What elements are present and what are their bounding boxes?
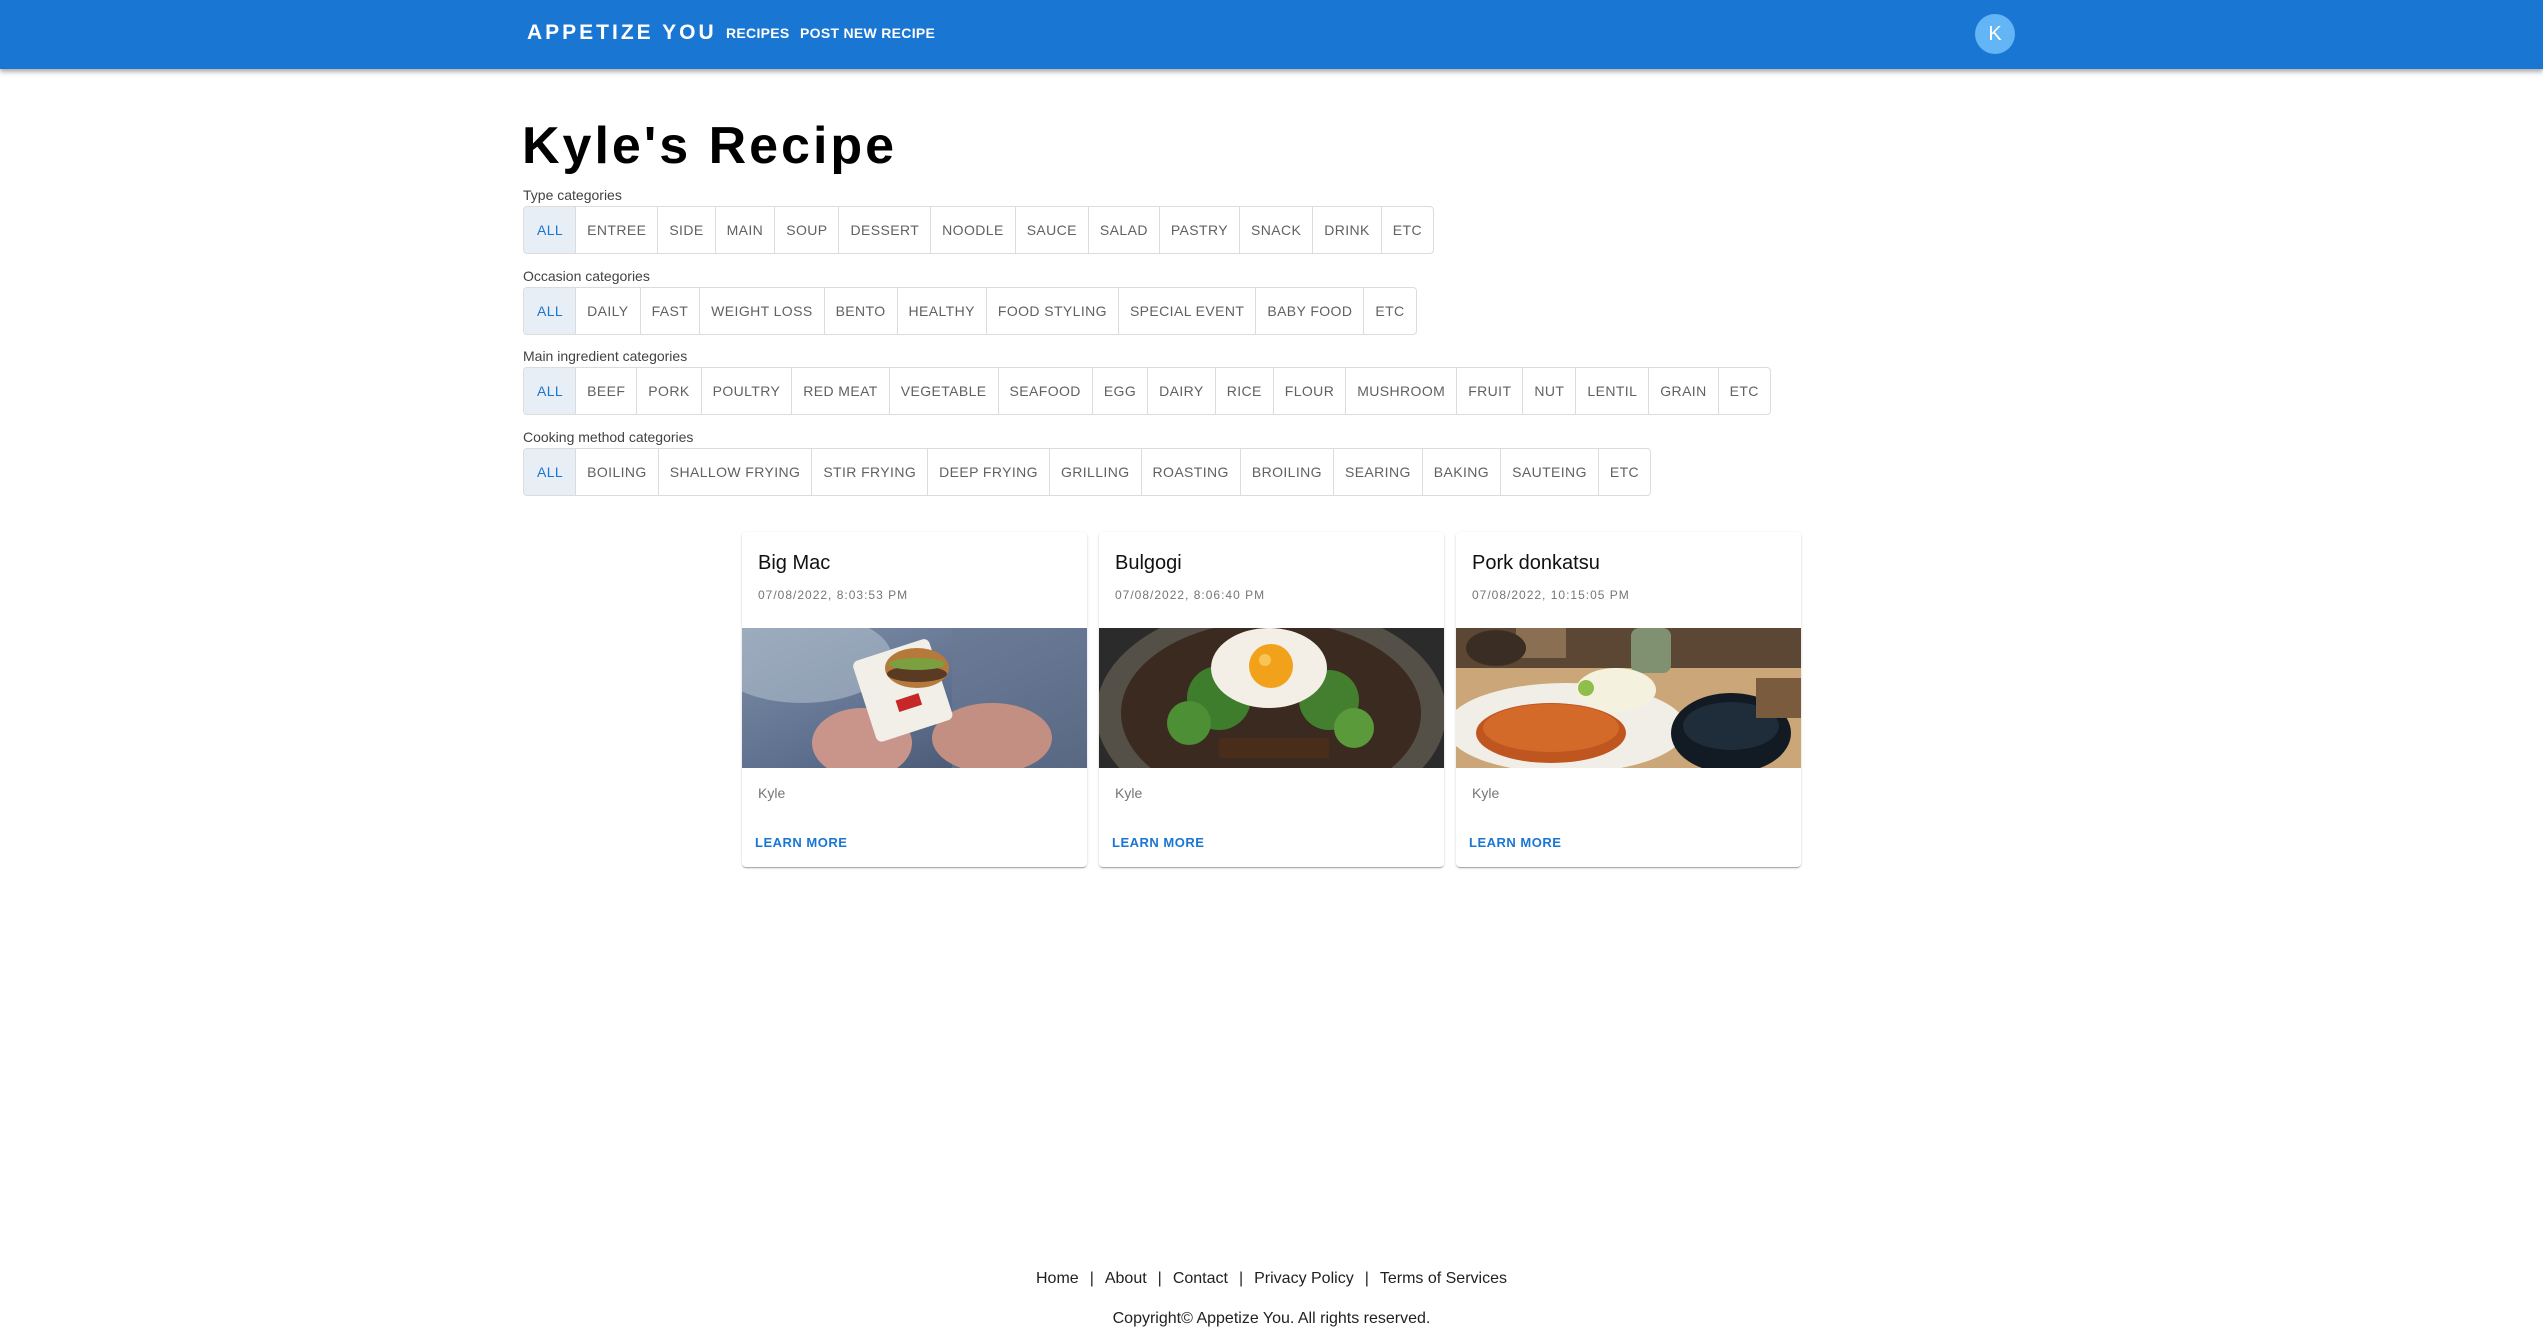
nav-recipes-link[interactable]: RECIPES — [726, 25, 790, 41]
category-filter-all[interactable]: ALL — [524, 288, 577, 334]
footer-link-privacy-policy[interactable]: Privacy Policy — [1254, 1270, 1354, 1287]
category-filter-red-meat[interactable]: RED MEAT — [792, 368, 890, 414]
brand-logo[interactable]: APPETIZE YOU — [527, 21, 717, 45]
page-title: Kyle's Recipe — [522, 117, 898, 175]
main-ingredient-categories-label: Main ingredient categories — [523, 348, 688, 364]
footer-separator: | — [1157, 1270, 1162, 1287]
cooking-method-categories-group: ALL BOILING SHALLOW FRYING STIR FRYING DEEP … — [523, 448, 1652, 496]
category-filter-lentil[interactable]: LENTIL — [1576, 368, 1650, 414]
category-filter-snack[interactable]: SNACK — [1240, 207, 1314, 253]
category-filter-dessert[interactable]: DESSERT — [839, 207, 932, 253]
footer-links: Home | About | Contact | Privacy Policy | Terms … — [0, 1270, 2543, 1288]
category-filter-baking[interactable]: BAKING — [1423, 449, 1502, 495]
type-categories-group: ALL ENTREE SIDE MAIN SOUP DESSERT NOODLE SAUCE S… — [523, 206, 1434, 254]
nav-post-new-recipe-link[interactable]: POST NEW RECIPE — [800, 25, 935, 41]
donkatsu-photo[interactable] — [1456, 628, 1801, 768]
category-filter-weight-loss[interactable]: WEIGHT LOSS — [700, 288, 825, 334]
category-filter-pastry[interactable]: PASTRY — [1160, 207, 1240, 253]
footer-link-contact[interactable]: Contact — [1173, 1270, 1228, 1287]
category-filter-all[interactable]: ALL — [524, 449, 577, 495]
category-filter-baby-food[interactable]: BABY FOOD — [1256, 288, 1365, 334]
category-filter-drink[interactable]: DRINK — [1313, 207, 1382, 253]
category-filter-stir-frying[interactable]: STIR FRYING — [812, 449, 929, 495]
learn-more-button[interactable]: LEARN MORE — [1469, 835, 1561, 850]
footer: Home | About | Contact | Privacy Policy | Terms … — [0, 1270, 2543, 1288]
avatar-initial: K — [1988, 22, 2002, 45]
bibimbap-photo[interactable] — [1099, 628, 1444, 768]
category-filter-etc[interactable]: ETC — [1382, 207, 1433, 253]
category-filter-side[interactable]: SIDE — [658, 207, 716, 253]
recipe-card: Bulgogi 07/08/2022, 8:06:40 PM Kyle LEAR… — [1099, 532, 1444, 867]
category-filter-vegetable[interactable]: VEGETABLE — [890, 368, 999, 414]
main-ingredient-categories-group: ALL BEEF PORK POULTRY RED MEAT VEGETABLE SEAFO… — [523, 367, 1771, 415]
category-filter-healthy[interactable]: HEALTHY — [898, 288, 987, 334]
category-filter-noodle[interactable]: NOODLE — [931, 207, 1016, 253]
category-filter-fast[interactable]: FAST — [641, 288, 701, 334]
recipe-card: Pork donkatsu 07/08/2022, 10:15:05 PM Ky… — [1456, 532, 1801, 867]
footer-separator: | — [1238, 1270, 1244, 1287]
learn-more-button[interactable]: LEARN MORE — [755, 835, 847, 850]
occasion-categories-group: ALL DAILY FAST WEIGHT LOSS BENTO HEALTHY FOOD … — [523, 287, 1417, 335]
category-filter-all[interactable]: ALL — [524, 207, 577, 253]
occasion-categories-label: Occasion categories — [523, 268, 650, 284]
recipe-card-author: Kyle — [1115, 785, 1143, 801]
category-filter-bento[interactable]: BENTO — [825, 288, 898, 334]
category-filter-egg[interactable]: EGG — [1093, 368, 1149, 414]
footer-separator: | — [1089, 1270, 1094, 1287]
recipe-card-title: Big Mac — [758, 552, 831, 574]
category-filter-rice[interactable]: RICE — [1216, 368, 1274, 414]
category-filter-deep-frying[interactable]: DEEP FRYING — [928, 449, 1050, 495]
category-filter-grilling[interactable]: GRILLING — [1050, 449, 1142, 495]
recipe-card-title: Pork donkatsu — [1472, 552, 1600, 574]
category-filter-seafood[interactable]: SEAFOOD — [999, 368, 1093, 414]
category-filter-beef[interactable]: BEEF — [576, 368, 638, 414]
category-filter-etc[interactable]: ETC — [1599, 449, 1650, 495]
category-filter-soup[interactable]: SOUP — [775, 207, 840, 253]
category-filter-boiling[interactable]: BOILING — [576, 449, 659, 495]
category-filter-sauce[interactable]: SAUCE — [1016, 207, 1089, 253]
recipe-card-date: 07/08/2022, 10:15:05 PM — [1472, 588, 1630, 602]
category-filter-sauteing[interactable]: SAUTEING — [1501, 449, 1599, 495]
footer-link-home[interactable]: Home — [1036, 1270, 1079, 1287]
category-filter-daily[interactable]: DAILY — [576, 288, 641, 334]
footer-separator: | — [1364, 1270, 1369, 1287]
recipe-card-title: Bulgogi — [1115, 552, 1182, 574]
category-filter-poultry[interactable]: POULTRY — [702, 368, 793, 414]
copyright-text: Copyright© Appetize You. All rights rese… — [1112, 1310, 1431, 1327]
learn-more-button[interactable]: LEARN MORE — [1112, 835, 1204, 850]
recipe-card-author: Kyle — [758, 785, 786, 801]
recipe-card-author: Kyle — [1472, 785, 1500, 801]
recipe-card: Big Mac 07/08/2022, 8:03:53 PM Kyle LEAR… — [742, 532, 1087, 867]
category-filter-nut[interactable]: NUT — [1523, 368, 1577, 414]
category-filter-roasting[interactable]: ROASTING — [1142, 449, 1241, 495]
category-filter-mushroom[interactable]: MUSHROOM — [1346, 368, 1458, 414]
recipe-card-date: 07/08/2022, 8:06:40 PM — [1115, 588, 1266, 602]
user-avatar[interactable]: K — [1975, 14, 2015, 54]
category-filter-fruit[interactable]: FRUIT — [1457, 368, 1524, 414]
category-filter-entree[interactable]: ENTREE — [576, 207, 659, 253]
category-filter-flour[interactable]: FLOUR — [1274, 368, 1347, 414]
footer-link-about[interactable]: About — [1105, 1270, 1147, 1287]
category-filter-shallow-frying[interactable]: SHALLOW FRYING — [659, 449, 813, 495]
category-filter-searing[interactable]: SEARING — [1334, 449, 1423, 495]
burger-photo[interactable] — [742, 628, 1087, 768]
footer-link-terms-of-services[interactable]: Terms of Services — [1380, 1270, 1507, 1287]
category-filter-pork[interactable]: PORK — [637, 368, 702, 414]
type-categories-label: Type categories — [523, 187, 622, 203]
category-filter-salad[interactable]: SALAD — [1089, 207, 1160, 253]
category-filter-grain[interactable]: GRAIN — [1649, 368, 1719, 414]
category-filter-broiling[interactable]: BROILING — [1241, 449, 1334, 495]
category-filter-etc[interactable]: ETC — [1364, 288, 1415, 334]
category-filter-dairy[interactable]: DAIRY — [1148, 368, 1216, 414]
category-filter-main[interactable]: MAIN — [716, 207, 776, 253]
category-filter-etc[interactable]: ETC — [1719, 368, 1770, 414]
recipe-card-date: 07/08/2022, 8:03:53 PM — [758, 588, 909, 602]
category-filter-all[interactable]: ALL — [524, 368, 577, 414]
category-filter-food-styling[interactable]: FOOD STYLING — [987, 288, 1119, 334]
category-filter-special-event[interactable]: SPECIAL EVENT — [1119, 288, 1257, 334]
cooking-method-categories-label: Cooking method categories — [523, 429, 694, 445]
app-bar: APPETIZE YOU RECIPES POST NEW RECIPE K — [0, 0, 2543, 69]
